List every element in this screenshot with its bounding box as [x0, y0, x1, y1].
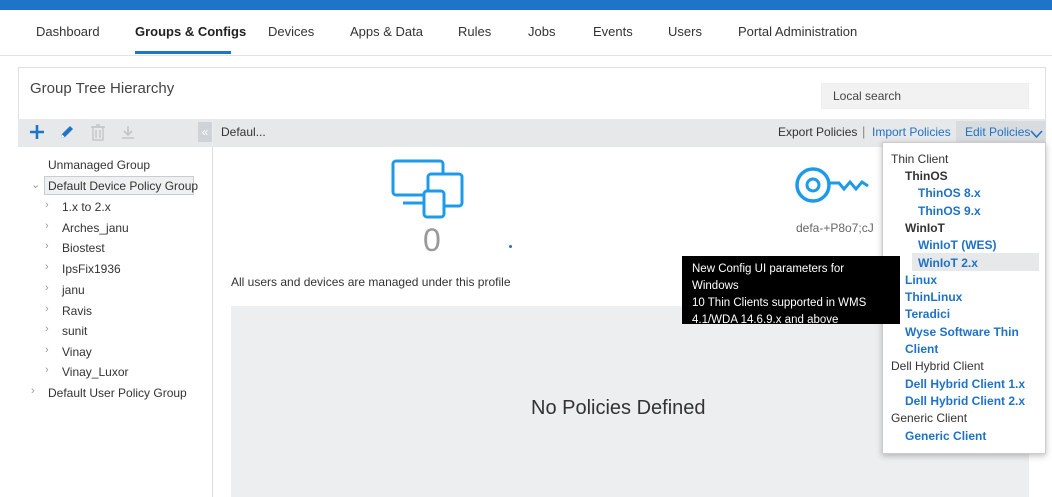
dropdown-item-wyse-software-thin-client-cont[interactable]: Client	[905, 342, 938, 356]
tree-item-janu[interactable]: janu	[62, 283, 85, 297]
dropdown-item-linux[interactable]: Linux	[905, 273, 937, 287]
import-policies-link[interactable]: Import Policies	[872, 125, 951, 139]
tree-item-biostest[interactable]: Biostest	[62, 241, 105, 255]
no-policies-message: No Policies Defined	[531, 397, 706, 419]
tooltip-line: 10 Thin Clients supported in WMS	[692, 297, 867, 309]
chevron-right-icon[interactable]: ›	[45, 303, 49, 315]
edit-policies-label[interactable]: Edit Policies	[965, 125, 1030, 139]
tree-item-default-device-policy-group[interactable]: Default Device Policy Group	[48, 179, 198, 193]
dropdown-item-winiot-wes[interactable]: WinIoT (WES)	[918, 238, 997, 252]
download-icon[interactable]	[117, 120, 139, 144]
nav-apps-data[interactable]: Apps & Data	[350, 24, 423, 39]
dropdown-item-wyse-software-thin-client[interactable]: Wyse Software Thin	[905, 325, 1019, 339]
profile-description: All users and devices are managed under …	[231, 275, 511, 289]
dropdown-item-dell-hybrid-client-2x[interactable]: Dell Hybrid Client 2.x	[905, 394, 1025, 408]
top-accent-bar	[0, 0, 1052, 10]
registration-key-text: defa-+P8o7;cJ	[796, 221, 874, 235]
chevron-right-icon[interactable]: ›	[45, 323, 49, 335]
dropdown-category-generic-client: Generic Client	[891, 411, 968, 425]
main-nav: Dashboard Groups & Configs Devices Apps …	[0, 10, 1052, 56]
dropdown-item-thinos-8x[interactable]: ThinOS 8.x	[918, 186, 981, 200]
dropdown-subcategory-thinos: ThinOS	[905, 169, 948, 183]
chevron-right-icon[interactable]: ›	[45, 282, 49, 294]
tree-item-default-user-policy-group[interactable]: Default User Policy Group	[48, 386, 187, 400]
nav-groups-configs[interactable]: Groups & Configs	[135, 24, 246, 39]
chevron-right-icon[interactable]: ›	[31, 385, 35, 397]
header-separator: |	[862, 124, 866, 139]
chevron-right-icon[interactable]: ›	[45, 220, 49, 232]
devices-icon	[390, 158, 476, 225]
dropdown-item-thinlinux[interactable]: ThinLinux	[905, 290, 962, 304]
edit-icon[interactable]	[56, 120, 78, 144]
local-search-input[interactable]: Local search	[821, 83, 1029, 109]
dropdown-subcategory-winiot: WinIoT	[905, 221, 945, 235]
page-title: Group Tree Hierarchy	[30, 80, 175, 97]
export-policies-link[interactable]: Export Policies	[778, 125, 857, 139]
collapse-tree-button[interactable]: «	[198, 122, 212, 142]
chevron-down-icon[interactable]: ⌄	[31, 178, 40, 191]
nav-portal-administration[interactable]: Portal Administration	[738, 24, 857, 39]
dropdown-item-teradici[interactable]: Teradici	[905, 307, 950, 321]
chevron-right-icon[interactable]: ›	[45, 240, 49, 252]
status-dot	[509, 245, 512, 248]
nav-rules[interactable]: Rules	[458, 24, 491, 39]
nav-active-indicator	[135, 51, 231, 54]
tree-item-vinay-luxor[interactable]: Vinay_Luxor	[62, 365, 129, 379]
dropdown-item-thinos-9x[interactable]: ThinOS 9.x	[918, 204, 981, 218]
delete-icon[interactable]	[87, 120, 109, 144]
breadcrumb: Defaul...	[221, 125, 266, 139]
nav-users[interactable]: Users	[668, 24, 702, 39]
chevron-right-icon[interactable]: ›	[45, 199, 49, 211]
device-count: 0	[423, 222, 441, 258]
tooltip-line: New Config UI parameters for Windows	[692, 263, 845, 292]
dropdown-item-generic-client[interactable]: Generic Client	[905, 429, 986, 443]
tree-item-sunit[interactable]: sunit	[62, 324, 87, 338]
dropdown-item-winiot-2x[interactable]: WinIoT 2.x	[918, 256, 978, 270]
dropdown-category-thin-client: Thin Client	[891, 152, 949, 166]
tree-item-ipsfix1936[interactable]: IpsFix1936	[62, 262, 121, 276]
nav-jobs[interactable]: Jobs	[528, 24, 555, 39]
key-icon	[793, 163, 883, 212]
nav-dashboard[interactable]: Dashboard	[36, 24, 100, 39]
dropdown-category-dell-hybrid-client: Dell Hybrid Client	[891, 359, 984, 373]
nav-devices[interactable]: Devices	[268, 24, 314, 39]
chevron-right-icon[interactable]: ›	[45, 344, 49, 356]
tree-item-arches-janu[interactable]: Arches_janu	[62, 221, 129, 235]
tree-item-unmanaged-group[interactable]: Unmanaged Group	[48, 158, 150, 172]
winiot-tooltip: New Config UI parameters for Windows 10 …	[682, 256, 900, 326]
tree-item-1x-to-2x[interactable]: 1.x to 2.x	[62, 200, 111, 214]
tree-item-ravis[interactable]: Ravis	[62, 304, 92, 318]
nav-events[interactable]: Events	[593, 24, 633, 39]
add-icon[interactable]	[26, 120, 48, 144]
tree-item-vinay[interactable]: Vinay	[62, 345, 92, 359]
chevron-right-icon[interactable]: ›	[45, 364, 49, 376]
dropdown-item-dell-hybrid-client-1x[interactable]: Dell Hybrid Client 1.x	[905, 377, 1025, 391]
tooltip-line: 4.1/WDA 14.6.9.x and above	[692, 314, 839, 326]
chevron-right-icon[interactable]: ›	[45, 261, 49, 273]
